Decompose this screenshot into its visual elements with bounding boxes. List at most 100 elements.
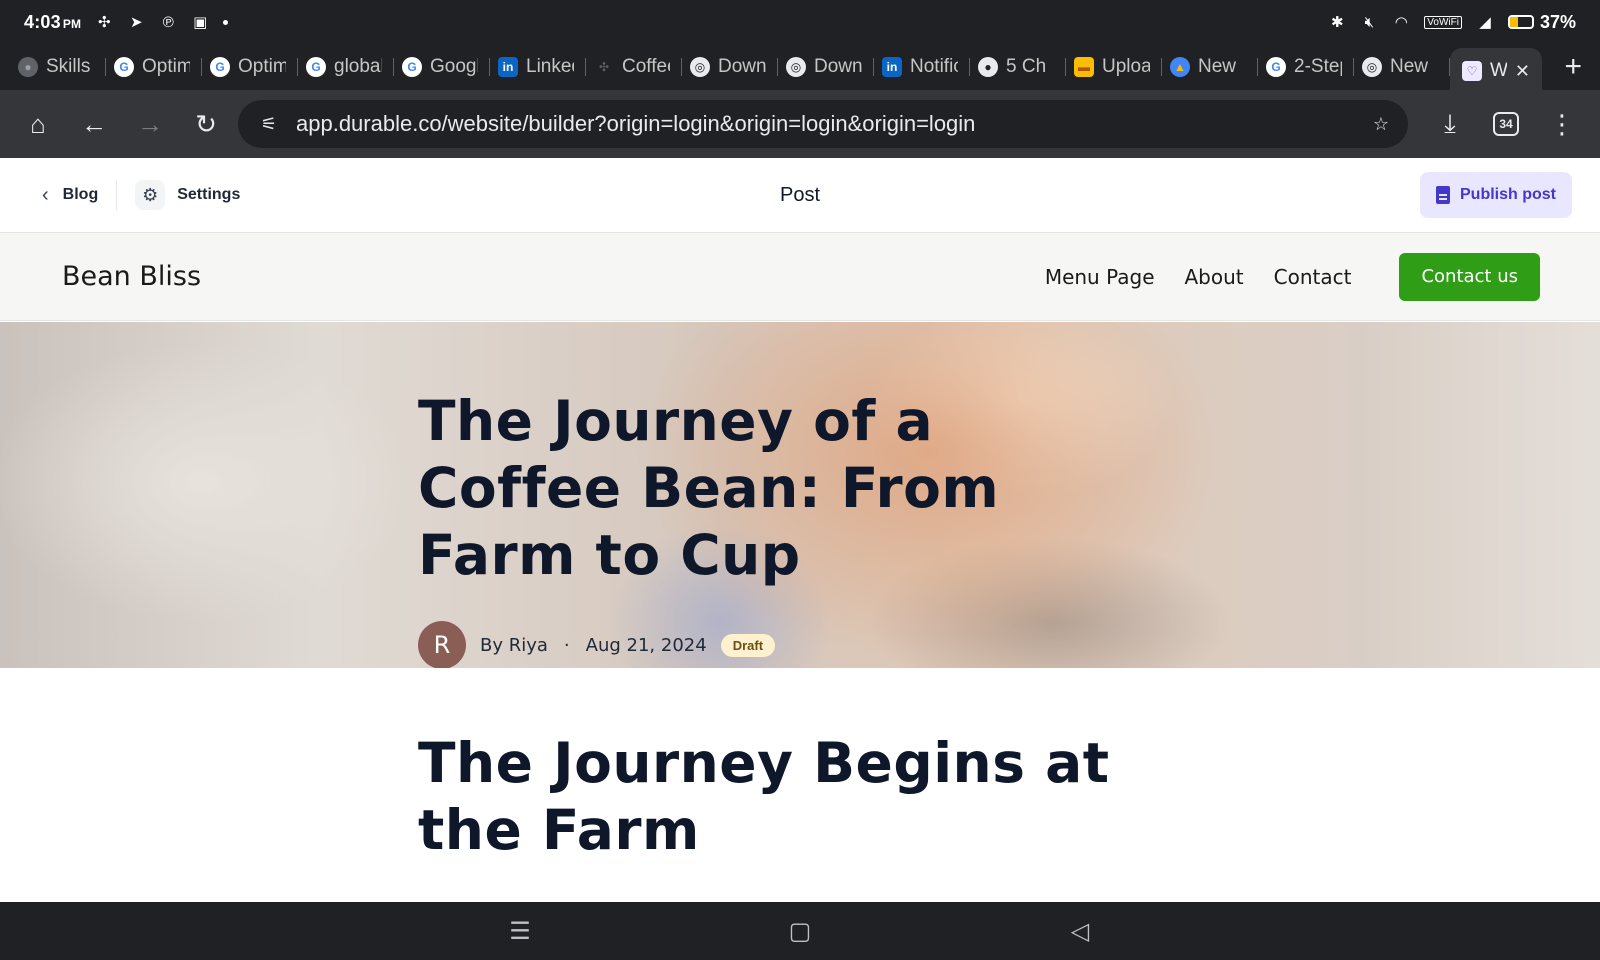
chrome-icon: ◎: [1362, 57, 1382, 77]
tab-label: Optimize: [142, 56, 190, 77]
tab[interactable]: in Notifications: [874, 48, 970, 86]
linkedin-icon: in: [882, 57, 902, 77]
clock: 4:03 PM: [24, 11, 82, 32]
status-badge: Draft: [720, 633, 776, 657]
google-icon: G: [1266, 57, 1286, 77]
tab[interactable]: ◎ Download: [778, 48, 874, 86]
google-icon: G: [114, 57, 134, 77]
status-bar: 4:03 PM ✣ ➤ ℗ ▣ ✱ 🔇︎ ◠ VoWiFi ◢ 37%: [0, 0, 1600, 44]
tab[interactable]: ● 5 Ch: [970, 48, 1066, 86]
battery: 37%: [1507, 11, 1576, 33]
post-title[interactable]: The Journey of a Coffee Bean: From Farm …: [418, 388, 1118, 589]
back-to-blog-button[interactable]: ‹ Blog: [42, 184, 98, 207]
author: By Riya: [480, 634, 548, 656]
tab-strip: ●SkillsGOptimizeGOptimizeGglobalGGooglei…: [0, 44, 1600, 94]
divider: [116, 180, 118, 210]
tab-active[interactable]: ♡ W ✕: [1450, 48, 1542, 94]
tab-label: 5 Ch: [1006, 56, 1047, 77]
new-tab-button[interactable]: +: [1564, 50, 1582, 84]
settings-label: Settings: [177, 186, 241, 203]
google-icon: G: [402, 57, 422, 77]
recents-icon[interactable]: ☰: [500, 917, 540, 946]
nav-about[interactable]: About: [1185, 265, 1244, 289]
settings-button[interactable]: ⚙ Settings: [135, 180, 240, 210]
tab[interactable]: G Optimize: [106, 48, 202, 86]
download-button[interactable]: ⤓: [1422, 96, 1478, 152]
tab[interactable]: G Google: [394, 48, 490, 86]
google-ads-icon: ▲: [1170, 57, 1190, 77]
tab[interactable]: ✣ Coffee: [586, 48, 682, 86]
forward-button[interactable]: →: [122, 96, 178, 152]
tab-label: New: [1198, 56, 1237, 77]
mute-icon: 🔇︎: [1364, 13, 1375, 31]
tab[interactable]: ◎ New: [1354, 48, 1450, 86]
avatar: R: [418, 621, 466, 668]
signal-icon: ◢: [1479, 13, 1491, 31]
tab-switcher-button[interactable]: 34: [1478, 96, 1534, 152]
close-icon[interactable]: ✕: [1515, 61, 1530, 82]
wifi-icon: ◠: [1394, 13, 1408, 31]
system-nav-bar: ☰ ▢ ◁: [0, 902, 1600, 960]
tab-label: Google: [430, 56, 478, 77]
nav-contact[interactable]: Contact: [1274, 265, 1352, 289]
site-settings-icon[interactable]: ⚟: [252, 107, 286, 141]
bookmark-star-icon[interactable]: ☆: [1364, 107, 1398, 141]
section-heading[interactable]: The Journey Begins at the Farm: [418, 730, 1178, 864]
tab-label: Download: [814, 56, 862, 77]
site-nav: Menu Page About Contact: [1045, 265, 1352, 289]
tab[interactable]: ◎ Download: [682, 48, 778, 86]
address-bar[interactable]: ⚟ app.durable.co/website/builder?origin=…: [238, 100, 1408, 148]
home-nav-icon[interactable]: ▢: [780, 917, 820, 946]
tab[interactable]: ▬ Upload: [1066, 48, 1162, 86]
publish-label: Publish post: [1460, 186, 1556, 203]
tab[interactable]: G 2-Step: [1258, 48, 1354, 86]
editor-bar: ‹ Blog ⚙ Settings Post Publish post: [0, 158, 1600, 233]
durable-icon: ♡: [1462, 61, 1482, 81]
reload-button[interactable]: ↻: [178, 96, 234, 152]
contact-us-button[interactable]: Contact us: [1399, 252, 1540, 301]
battery-icon: [1507, 15, 1534, 29]
chevron-left-icon: ‹: [42, 183, 49, 206]
site-header: Bean Bliss Menu Page About Contact Conta…: [0, 233, 1600, 321]
site-brand[interactable]: Bean Bliss: [62, 261, 201, 292]
vowifi-badge: VoWiFi: [1424, 15, 1462, 29]
tab[interactable]: ● Skills: [10, 48, 106, 86]
hero-content: The Journey of a Coffee Bean: From Farm …: [418, 388, 1118, 668]
post-byline: R By Riya · Aug 21, 2024 Draft: [418, 621, 1118, 668]
document-icon: [1436, 186, 1450, 204]
nav-menu-page[interactable]: Menu Page: [1045, 265, 1155, 289]
bluetooth-icon: ✱: [1331, 13, 1344, 31]
pinterest-icon: ℗: [162, 13, 174, 31]
linkedin-icon: in: [498, 57, 518, 77]
tab-label: Notifications: [910, 56, 958, 77]
publish-post-button[interactable]: Publish post: [1420, 172, 1572, 218]
url-text[interactable]: app.durable.co/website/builder?origin=lo…: [296, 111, 1364, 137]
byline-separator: ·: [563, 634, 570, 656]
globe-icon: ●: [978, 57, 998, 77]
menu-button[interactable]: ⋮: [1534, 96, 1590, 152]
upload-icon: ▬: [1074, 57, 1094, 77]
tab-label: Download: [718, 56, 766, 77]
app-notification-icon: ▣: [193, 13, 208, 31]
telegram-icon: ➤: [129, 13, 143, 31]
gear-icon: ⚙: [135, 180, 166, 210]
dark-circle-icon: ●: [18, 57, 38, 77]
post-date: Aug 21, 2024: [585, 634, 707, 656]
tab-label: Upload: [1102, 56, 1150, 77]
back-label: Blog: [62, 186, 99, 203]
tab-label: global: [334, 56, 382, 77]
back-nav-icon[interactable]: ◁: [1060, 917, 1100, 946]
chrome-icon: ◎: [786, 57, 806, 77]
leaf-icon: ✣: [594, 57, 614, 77]
tab[interactable]: ▲ New: [1162, 48, 1258, 86]
battery-percent: 37%: [1539, 11, 1576, 32]
tab-label: LinkedIn: [526, 56, 574, 77]
tab[interactable]: Gglobal: [298, 48, 394, 86]
back-button[interactable]: ←: [66, 96, 122, 152]
tab[interactable]: in LinkedIn: [490, 48, 586, 86]
tab-label: Skills: [46, 56, 91, 77]
tab-label: Coffee: [622, 56, 670, 77]
home-button[interactable]: ⌂: [10, 96, 66, 152]
google-icon: G: [210, 57, 230, 77]
tab[interactable]: G Optimize: [202, 48, 298, 86]
